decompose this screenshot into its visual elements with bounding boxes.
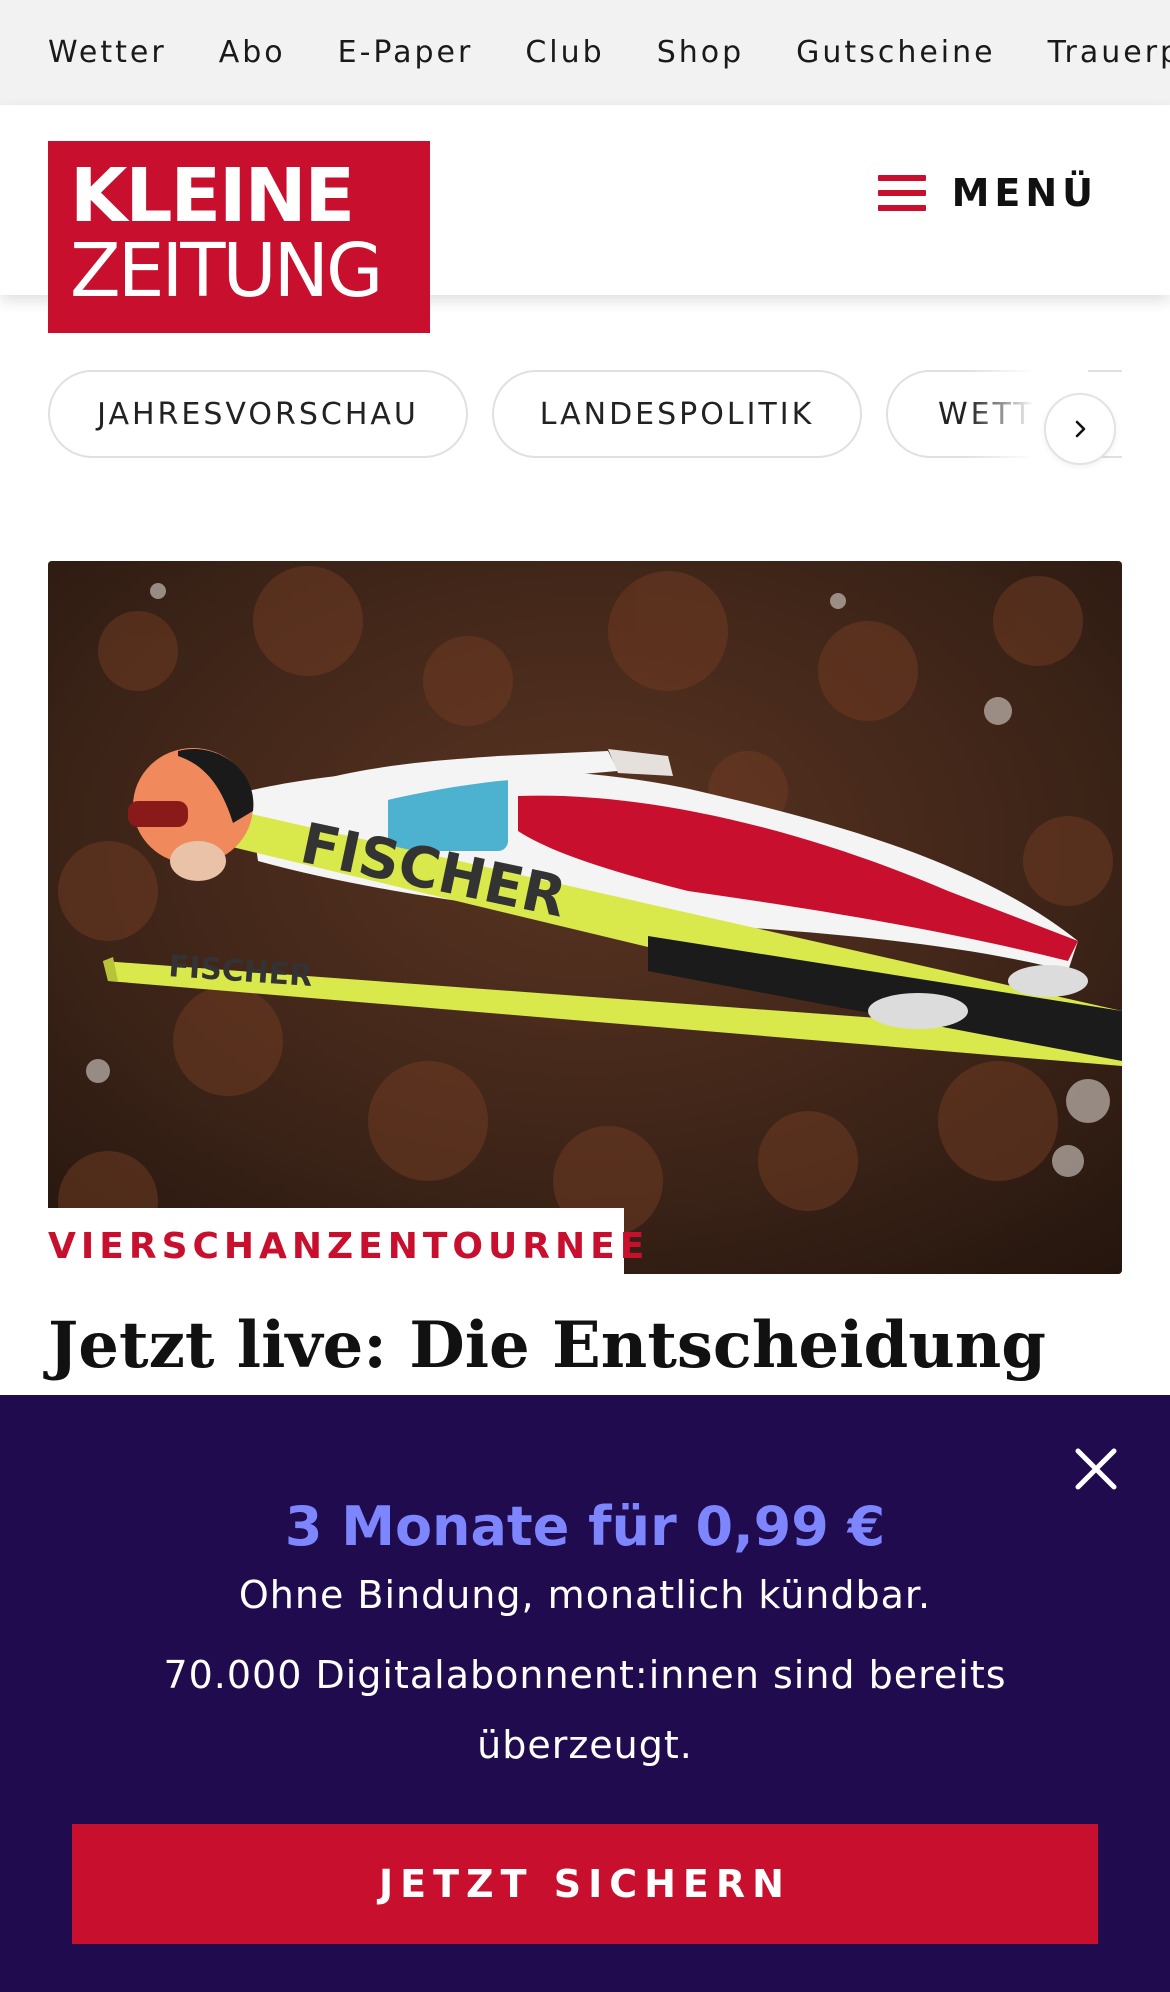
logo-line-2: ZEITUNG: [70, 228, 383, 314]
promo-description: 70.000 Digitalabonnent:innen sind bereit…: [163, 1653, 1007, 1767]
hamburger-icon: [877, 175, 926, 211]
top-nav-item-wetter[interactable]: Wetter: [48, 35, 167, 70]
top-nav-item-abo[interactable]: Abo: [219, 35, 286, 70]
top-nav-item-epaper[interactable]: E-Paper: [338, 35, 474, 70]
top-nav-item-gutscheine[interactable]: Gutscheine: [796, 35, 995, 70]
menu-button[interactable]: MENÜ: [877, 171, 1098, 215]
promo-subtitle: Ohne Bindung, monatlich kündbar.: [238, 1573, 932, 1617]
article-hero-image[interactable]: FISCHER FISCHER: [48, 561, 1122, 1274]
topic-tags: JAHRESVORSCHAU LANDESPOLITIK WETTER: [48, 368, 1122, 458]
top-nav-item-trauerportal[interactable]: Trauerportal: [1048, 35, 1170, 70]
tags-next-button[interactable]: [1044, 393, 1116, 465]
close-icon[interactable]: [1072, 1445, 1120, 1493]
logo-line-1: KLEINE: [70, 153, 355, 239]
article-headline[interactable]: Jetzt live: Die Entscheidung: [48, 1306, 1122, 1386]
kicker-box: VIERSCHANZENTOURNEE: [48, 1208, 644, 1278]
tag-jahresvorschau[interactable]: JAHRESVORSCHAU: [48, 370, 468, 458]
top-nav-item-shop[interactable]: Shop: [657, 35, 744, 70]
article-kicker: VIERSCHANZENTOURNEE: [48, 1226, 650, 1267]
top-nav-item-club[interactable]: Club: [525, 35, 604, 70]
subscribe-now-button[interactable]: JETZT SICHERN: [72, 1824, 1098, 1944]
chevron-right-icon: [1075, 420, 1086, 438]
top-utility-nav: Wetter Abo E-Paper Club Shop Gutscheine …: [0, 0, 1170, 105]
menu-label: MENÜ: [951, 171, 1098, 215]
promo-title: 3 Monate für 0,99 €: [284, 1495, 886, 1558]
site-logo[interactable]: KLEINE ZEITUNG: [48, 141, 430, 333]
tag-landespolitik[interactable]: LANDESPOLITIK: [492, 370, 862, 458]
ski-jumper-photo: FISCHER FISCHER: [48, 561, 1122, 1274]
site-header: KLEINE ZEITUNG MENÜ: [0, 105, 1170, 333]
subscription-promo-overlay: 3 Monate für 0,99 € Ohne Bindung, monatl…: [0, 1395, 1170, 1992]
